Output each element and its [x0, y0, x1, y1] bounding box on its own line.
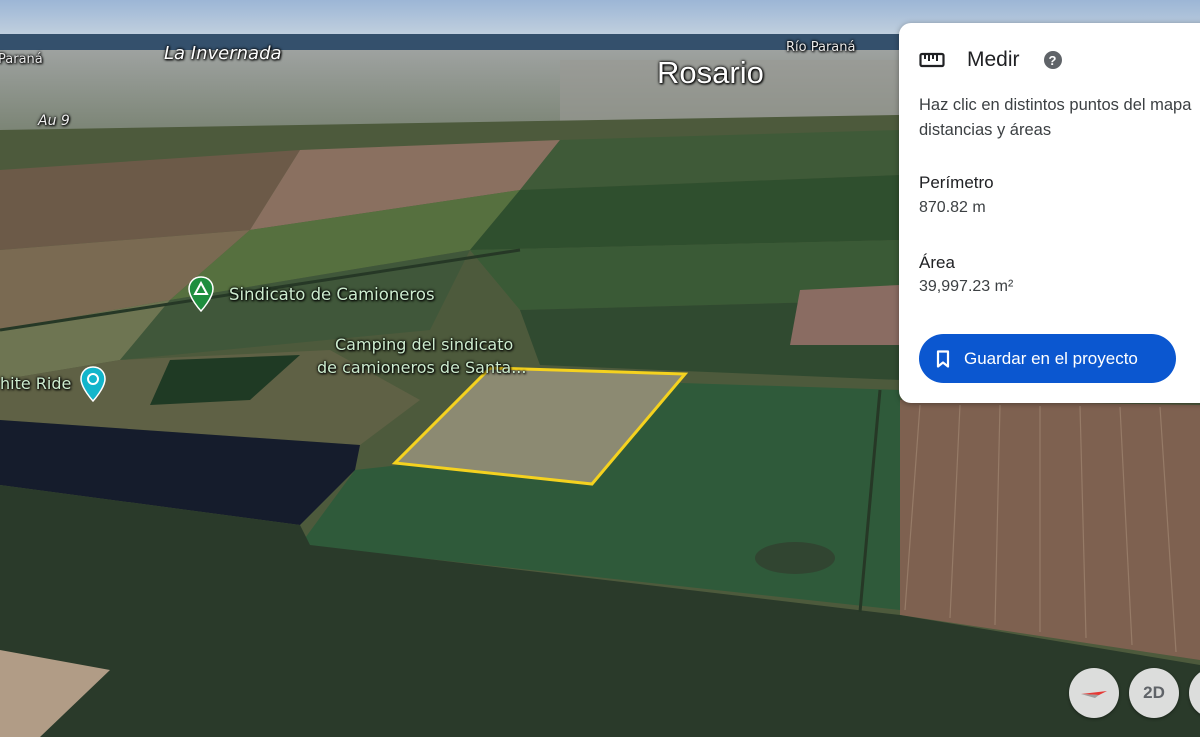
map-label-au9[interactable]: Au 9: [38, 113, 70, 129]
campground-pin-icon[interactable]: [188, 276, 214, 312]
save-to-project-button[interactable]: Guardar en el proyecto: [919, 334, 1176, 383]
area-label: Área: [919, 253, 955, 272]
map-label-camping-line2[interactable]: de camioneros de Santa...: [317, 358, 526, 377]
map-label-white-ride[interactable]: hite Ride: [0, 374, 71, 393]
compass-icon: [1081, 691, 1107, 698]
panel-header: Medir ?: [919, 45, 1062, 75]
measure-panel: Medir ? Haz clic en distintos puntos del…: [899, 23, 1200, 403]
map-label-parana-left[interactable]: Paraná: [0, 52, 43, 67]
description-line1: Haz clic en distintos puntos del mapa: [919, 96, 1192, 114]
compass-button[interactable]: [1069, 668, 1119, 718]
map-label-sindicato[interactable]: Sindicato de Camioneros: [229, 285, 435, 304]
perimeter-value: 870.82 m: [919, 199, 986, 216]
map-label-rio-parana[interactable]: Río Paraná: [786, 40, 855, 55]
save-button-label: Guardar en el proyecto: [964, 348, 1138, 368]
attraction-pin-icon[interactable]: [80, 366, 106, 402]
map-label-rosario[interactable]: Rosario: [657, 55, 764, 91]
map-label-la-invernada[interactable]: La Invernada: [164, 43, 282, 64]
area-value: 39,997.23 m²: [919, 278, 1014, 295]
bookmark-icon: [936, 349, 950, 368]
perimeter-label: Perímetro: [919, 173, 994, 192]
panel-title: Medir: [967, 48, 1020, 71]
ruler-icon: [919, 52, 945, 68]
view-2d-toggle[interactable]: 2D: [1129, 668, 1179, 718]
panel-description: Haz clic en distintos puntos del mapa di…: [919, 93, 1200, 143]
map-label-camping-line1[interactable]: Camping del sindicato: [335, 335, 513, 354]
help-icon[interactable]: ?: [1043, 51, 1062, 69]
description-line2: distancias y áreas: [919, 121, 1052, 139]
